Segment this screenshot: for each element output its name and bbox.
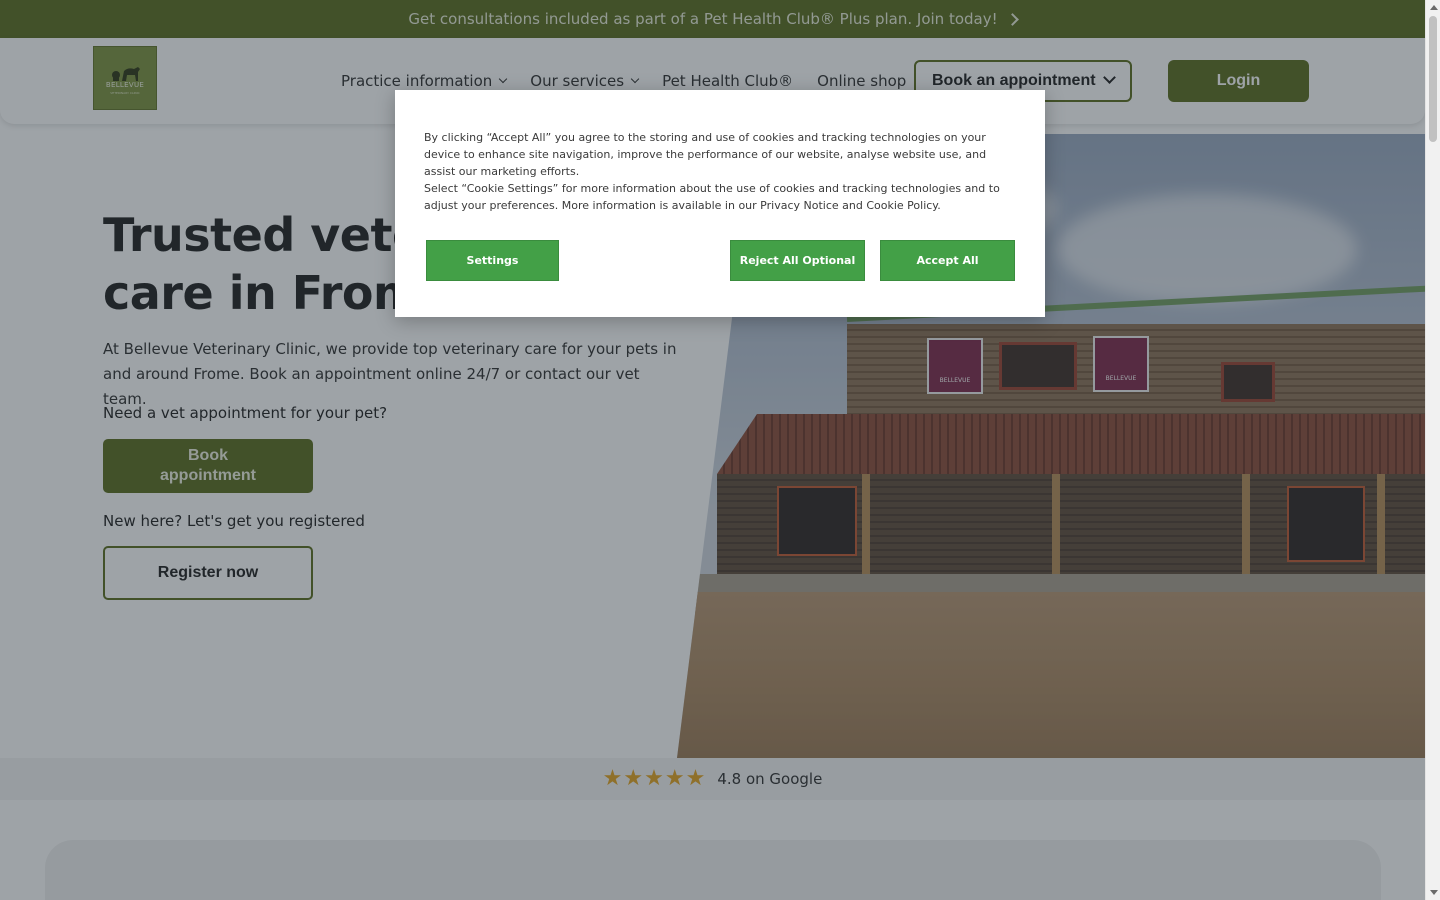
accept-all-button[interactable]: Accept All <box>880 240 1015 281</box>
page-scrollbar[interactable] <box>1425 0 1440 900</box>
scroll-up-icon[interactable] <box>1430 5 1438 10</box>
cookie-settings-button[interactable]: Settings <box>426 240 559 281</box>
scroll-down-icon[interactable] <box>1430 890 1438 895</box>
cookie-paragraph: By clicking “Accept All” you agree to th… <box>424 131 987 178</box>
page: Get consultations included as part of a … <box>0 0 1425 900</box>
cookie-consent-dialog: By clicking “Accept All” you agree to th… <box>395 90 1045 317</box>
reject-all-optional-button[interactable]: Reject All Optional <box>730 240 865 281</box>
scrollbar-thumb[interactable] <box>1429 16 1437 142</box>
cookie-paragraph: Select “Cookie Settings” for more inform… <box>424 182 1000 212</box>
